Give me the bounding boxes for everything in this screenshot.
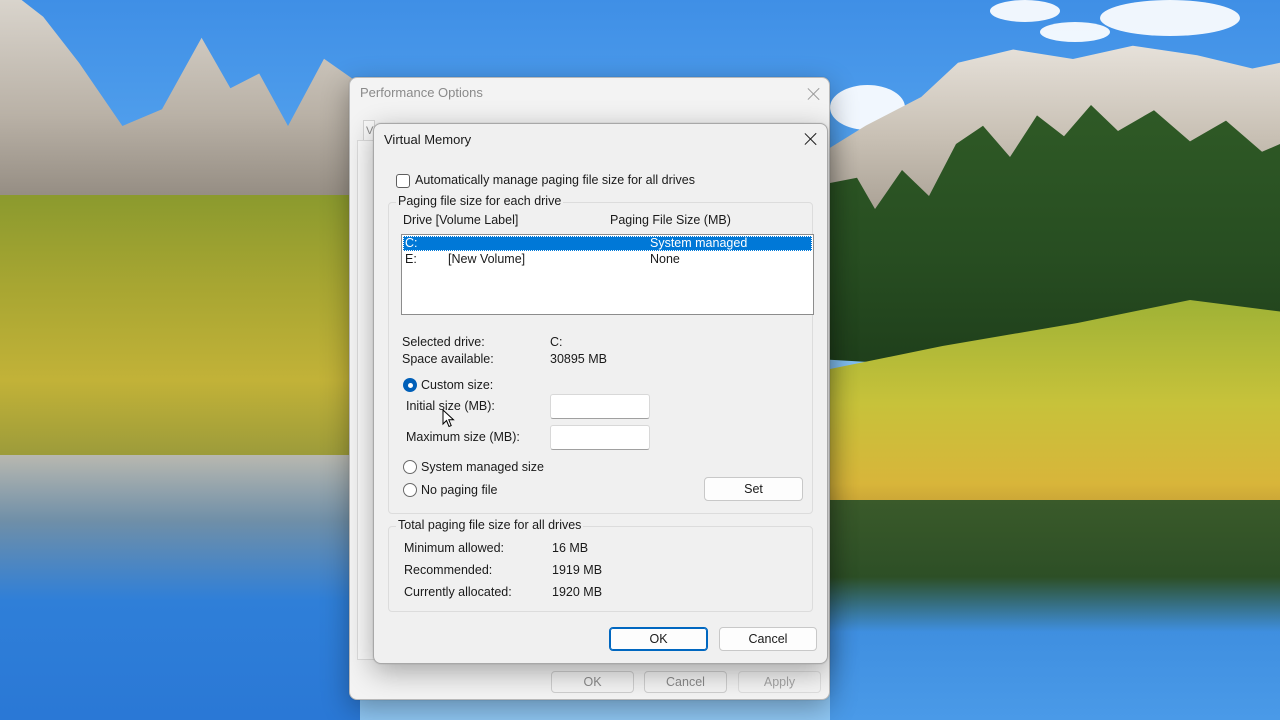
- drive-row-e[interactable]: E: [New Volume] None: [403, 252, 812, 267]
- paging-size: System managed: [650, 236, 748, 250]
- ok-button[interactable]: OK: [609, 627, 708, 651]
- close-icon[interactable]: [806, 86, 822, 102]
- column-header-size: Paging File Size (MB): [610, 213, 731, 227]
- maximum-size-input[interactable]: [550, 425, 650, 450]
- system-managed-label[interactable]: System managed size: [421, 460, 544, 474]
- window-title: Performance Options: [360, 85, 483, 100]
- paging-group-legend: Paging file size for each drive: [396, 194, 564, 208]
- lake-right: [830, 500, 1280, 720]
- mountain-left: [0, 0, 360, 210]
- system-managed-radio[interactable]: [403, 460, 417, 474]
- recommended-value: 1919 MB: [552, 563, 603, 577]
- cancel-button[interactable]: Cancel: [719, 627, 817, 651]
- drive-row-c[interactable]: C: System managed: [403, 236, 812, 251]
- custom-size-radio[interactable]: [403, 378, 417, 392]
- totals-group-legend: Total paging file size for all drives: [396, 518, 584, 532]
- initial-size-input[interactable]: [550, 394, 650, 419]
- virtual-memory-dialog: Virtual Memory Automatically manage pagi…: [373, 123, 828, 664]
- set-button[interactable]: Set: [704, 477, 803, 501]
- paging-size: None: [650, 252, 680, 266]
- cloud: [990, 0, 1060, 22]
- drive-letter: E:: [405, 252, 417, 266]
- cloud: [1040, 22, 1110, 42]
- space-available-label: Space available:: [402, 352, 494, 366]
- cloud: [1100, 0, 1240, 36]
- space-available-value: 30895 MB: [550, 352, 607, 366]
- drive-letter: C:: [405, 236, 418, 250]
- minimum-allowed-value: 16 MB: [552, 541, 589, 555]
- drive-list[interactable]: C: System managed E: [New Volume] None: [401, 234, 814, 315]
- no-paging-label[interactable]: No paging file: [421, 483, 497, 497]
- maximum-size-label: Maximum size (MB):: [406, 430, 520, 444]
- close-icon[interactable]: [803, 131, 819, 147]
- cancel-button[interactable]: Cancel: [644, 671, 727, 693]
- meadow-left: [0, 195, 360, 460]
- selected-drive-label: Selected drive:: [402, 335, 485, 349]
- apply-button[interactable]: Apply: [738, 671, 821, 693]
- volume-label: [New Volume]: [448, 252, 526, 266]
- selected-drive-value: C:: [550, 335, 563, 349]
- auto-manage-checkbox[interactable]: [396, 174, 410, 188]
- mouse-cursor-icon: [442, 409, 455, 428]
- currently-allocated-label: Currently allocated:: [404, 585, 512, 599]
- currently-allocated-value: 1920 MB: [552, 585, 603, 599]
- auto-manage-label[interactable]: Automatically manage paging file size fo…: [415, 173, 695, 187]
- no-paging-radio[interactable]: [403, 483, 417, 497]
- lake-left: [0, 455, 360, 720]
- minimum-allowed-label: Minimum allowed:: [404, 541, 505, 555]
- dialog-title: Virtual Memory: [384, 132, 472, 147]
- custom-size-label[interactable]: Custom size:: [421, 378, 493, 392]
- recommended-label: Recommended:: [404, 563, 493, 577]
- column-header-drive: Drive [Volume Label]: [403, 213, 519, 227]
- ok-button[interactable]: OK: [551, 671, 634, 693]
